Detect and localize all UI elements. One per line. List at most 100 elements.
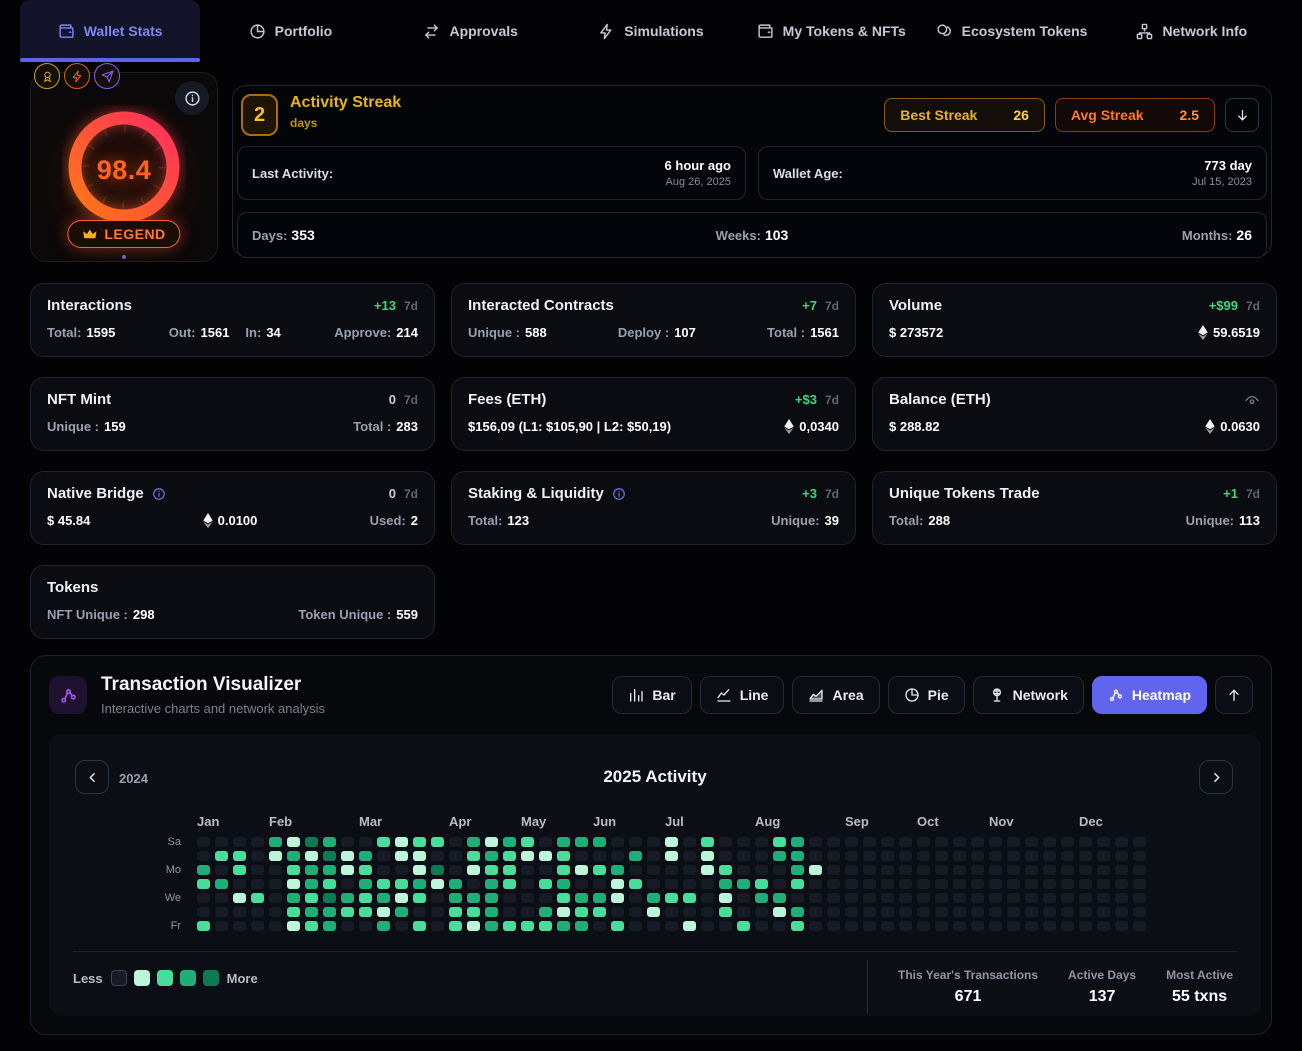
heatmap-cell[interactable] <box>575 851 588 861</box>
heatmap-cell[interactable] <box>1115 865 1128 875</box>
heatmap-cell[interactable] <box>1097 865 1110 875</box>
heatmap-cell[interactable] <box>341 837 354 847</box>
heatmap-cell[interactable] <box>971 893 984 903</box>
heatmap-cell[interactable] <box>593 879 606 889</box>
chart-type-bar[interactable]: Bar <box>612 676 692 714</box>
heatmap-cell[interactable] <box>431 851 444 861</box>
heatmap-cell[interactable] <box>845 851 858 861</box>
heatmap-cell[interactable] <box>773 893 786 903</box>
heatmap-cell[interactable] <box>1115 921 1128 931</box>
heatmap-cell[interactable] <box>377 879 390 889</box>
heatmap-cell[interactable] <box>1133 865 1146 875</box>
heatmap-cell[interactable] <box>1079 837 1092 847</box>
heatmap-cell[interactable] <box>1061 879 1074 889</box>
heatmap-cell[interactable] <box>611 879 624 889</box>
heatmap-cell[interactable] <box>1025 879 1038 889</box>
heatmap-cell[interactable] <box>683 893 696 903</box>
heatmap-cell[interactable] <box>899 879 912 889</box>
heatmap-cell[interactable] <box>449 879 462 889</box>
heatmap-cell[interactable] <box>881 851 894 861</box>
heatmap-cell[interactable] <box>863 879 876 889</box>
heatmap-cell[interactable] <box>395 865 408 875</box>
send-icon-badge[interactable] <box>94 63 120 89</box>
heatmap-cell[interactable] <box>917 879 930 889</box>
heatmap-cell[interactable] <box>377 921 390 931</box>
heatmap-cell[interactable] <box>521 921 534 931</box>
heatmap-cell[interactable] <box>629 865 642 875</box>
heatmap-cell[interactable] <box>467 865 480 875</box>
heatmap-cell[interactable] <box>251 865 264 875</box>
heatmap-cell[interactable] <box>1061 907 1074 917</box>
heatmap-cell[interactable] <box>863 893 876 903</box>
heatmap-cell[interactable] <box>233 879 246 889</box>
heatmap-cell[interactable] <box>1025 837 1038 847</box>
heatmap-cell[interactable] <box>215 837 228 847</box>
heatmap-cell[interactable] <box>503 907 516 917</box>
heatmap-cell[interactable] <box>1061 837 1074 847</box>
heatmap-cell[interactable] <box>773 921 786 931</box>
heatmap-cell[interactable] <box>827 893 840 903</box>
heatmap-cell[interactable] <box>1007 837 1020 847</box>
heatmap-cell[interactable] <box>287 893 300 903</box>
heatmap-cell[interactable] <box>665 907 678 917</box>
heatmap-cell[interactable] <box>467 837 480 847</box>
heatmap-cell[interactable] <box>467 893 480 903</box>
heatmap-cell[interactable] <box>467 879 480 889</box>
heatmap-cell[interactable] <box>935 893 948 903</box>
heatmap-cell[interactable] <box>359 865 372 875</box>
heatmap-cell[interactable] <box>917 921 930 931</box>
heatmap-cell[interactable] <box>467 851 480 861</box>
heatmap-cell[interactable] <box>881 879 894 889</box>
heatmap-cell[interactable] <box>521 907 534 917</box>
heatmap-cell[interactable] <box>341 893 354 903</box>
heatmap-cell[interactable] <box>899 851 912 861</box>
heatmap-cell[interactable] <box>593 837 606 847</box>
heatmap-cell[interactable] <box>485 921 498 931</box>
heatmap-cell[interactable] <box>593 921 606 931</box>
tier-badge[interactable]: LEGEND <box>67 220 181 248</box>
heatmap-cell[interactable] <box>827 837 840 847</box>
heatmap-cell[interactable] <box>1133 921 1146 931</box>
heatmap-cell[interactable] <box>341 907 354 917</box>
heatmap-cell[interactable] <box>1115 851 1128 861</box>
heatmap-cell[interactable] <box>413 865 426 875</box>
heatmap-cell[interactable] <box>413 907 426 917</box>
heatmap-cell[interactable] <box>719 837 732 847</box>
heatmap-cell[interactable] <box>989 907 1002 917</box>
heatmap-cell[interactable] <box>755 837 768 847</box>
heatmap-cell[interactable] <box>953 921 966 931</box>
heatmap-cell[interactable] <box>539 893 552 903</box>
heatmap-cell[interactable] <box>215 851 228 861</box>
heatmap-cell[interactable] <box>431 907 444 917</box>
heatmap-cell[interactable] <box>935 865 948 875</box>
heatmap-cell[interactable] <box>503 851 516 861</box>
heatmap-cell[interactable] <box>593 865 606 875</box>
heatmap-cell[interactable] <box>593 893 606 903</box>
heatmap-cell[interactable] <box>251 907 264 917</box>
heatmap-cell[interactable] <box>1133 879 1146 889</box>
heatmap-cell[interactable] <box>1097 879 1110 889</box>
heatmap-cell[interactable] <box>737 907 750 917</box>
heatmap-cell[interactable] <box>665 865 678 875</box>
heatmap-cell[interactable] <box>827 907 840 917</box>
heatmap-cell[interactable] <box>827 921 840 931</box>
heatmap-cell[interactable] <box>323 921 336 931</box>
heatmap-cell[interactable] <box>269 865 282 875</box>
heatmap-cell[interactable] <box>845 893 858 903</box>
heatmap-cell[interactable] <box>863 907 876 917</box>
heatmap-cell[interactable] <box>737 879 750 889</box>
heatmap-cell[interactable] <box>899 837 912 847</box>
heatmap-cell[interactable] <box>287 921 300 931</box>
heatmap-cell[interactable] <box>755 851 768 861</box>
heatmap-cell[interactable] <box>557 837 570 847</box>
heatmap-cell[interactable] <box>701 921 714 931</box>
heatmap-cell[interactable] <box>575 879 588 889</box>
heatmap-cell[interactable] <box>809 879 822 889</box>
heatmap-cell[interactable] <box>647 921 660 931</box>
tab-approvals[interactable]: Approvals <box>381 0 561 62</box>
heatmap-cell[interactable] <box>665 879 678 889</box>
heatmap-cell[interactable] <box>323 851 336 861</box>
heatmap-cell[interactable] <box>449 907 462 917</box>
heatmap-cell[interactable] <box>1079 865 1092 875</box>
heatmap-cell[interactable] <box>1025 893 1038 903</box>
